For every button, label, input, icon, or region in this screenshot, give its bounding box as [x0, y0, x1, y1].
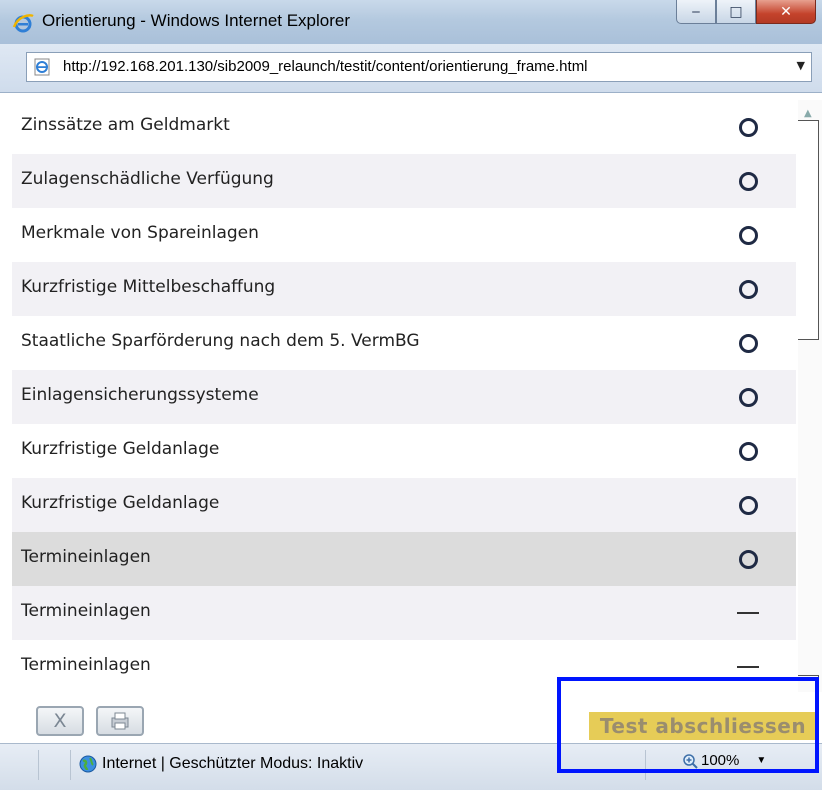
list-item[interactable]: Termineinlagen [12, 586, 796, 640]
window-title: Orientierung - Windows Internet Explorer [42, 11, 351, 30]
list-item-label: Staatliche Sparförderung nach dem 5. Ver… [21, 331, 420, 351]
list-item[interactable]: Kurzfristige Geldanlage [12, 424, 796, 478]
list-item-label: Zinssätze am Geldmarkt [21, 115, 230, 135]
page-icon [34, 58, 50, 76]
status-open-circle-icon [737, 170, 759, 192]
cancel-button[interactable]: X [36, 706, 84, 736]
status-open-circle-icon [737, 278, 759, 300]
globe-icon [79, 755, 97, 773]
url-text: http://192.168.201.130/sib2009_relaunch/… [63, 58, 588, 75]
status-open-circle-icon [737, 548, 759, 570]
ie-logo-icon [12, 14, 34, 33]
list-item[interactable]: Zinssätze am Geldmarkt [12, 100, 796, 154]
status-open-circle-icon [737, 224, 759, 246]
status-separator [645, 750, 646, 780]
zoom-dropdown-icon[interactable]: ▼ [756, 755, 766, 766]
list-item[interactable]: Staatliche Sparförderung nach dem 5. Ver… [12, 316, 796, 370]
url-field[interactable]: http://192.168.201.130/sib2009_relaunch/… [26, 52, 812, 82]
list-item[interactable]: Termineinlagen [12, 640, 796, 692]
scroll-thumb[interactable] [798, 120, 819, 340]
status-open-circle-icon [737, 386, 759, 408]
maximize-icon: □ [729, 3, 743, 20]
maximize-button[interactable]: □ [716, 0, 756, 24]
list-item-label: Termineinlagen [21, 655, 151, 675]
list-item-label: Einlagensicherungssysteme [21, 385, 259, 405]
print-button[interactable] [96, 706, 144, 736]
zoom-control[interactable]: 100% ▼ [682, 752, 766, 769]
list-item[interactable]: Zulagenschädliche Verfügung [12, 154, 796, 208]
status-bar: Internet | Geschützter Modus: Inaktiv 10… [0, 743, 822, 790]
list-item-label: Kurzfristige Mittelbeschaffung [21, 277, 276, 297]
status-open-circle-icon [737, 332, 759, 354]
finish-test-label: Test abschliessen [599, 714, 807, 738]
topic-list: Zinssätze am Geldmarkt Zulagenschädliche … [12, 100, 796, 692]
scroll-track-end [798, 675, 819, 690]
list-item[interactable]: Merkmale von Spareinlagen [12, 208, 796, 262]
address-bar: http://192.168.201.130/sib2009_relaunch/… [0, 44, 822, 93]
window-controls: ‒ □ ✕ [676, 0, 816, 26]
close-icon: ✕ [780, 3, 792, 20]
finish-test-button[interactable]: Test abschliessen [589, 712, 817, 740]
minimize-icon: ‒ [691, 3, 701, 20]
status-open-circle-icon [737, 440, 759, 462]
window-title-bar[interactable]: Orientierung - Windows Internet Explorer… [0, 0, 822, 45]
list-item-label: Zulagenschädliche Verfügung [21, 169, 274, 189]
zoom-level: 100% [701, 752, 740, 769]
status-dash-icon [737, 656, 759, 678]
list-item-label: Merkmale von Spareinlagen [21, 223, 259, 243]
list-item[interactable]: Termineinlagen [12, 532, 796, 586]
status-separator [70, 750, 71, 780]
vertical-scrollbar[interactable]: ▲ [798, 100, 822, 692]
list-item[interactable]: Kurzfristige Geldanlage [12, 478, 796, 532]
url-dropdown-icon[interactable]: ▼ [797, 59, 805, 72]
status-open-circle-icon [737, 494, 759, 516]
status-dash-icon [737, 602, 759, 624]
minimize-button[interactable]: ‒ [676, 0, 716, 24]
list-item[interactable]: Kurzfristige Mittelbeschaffung [12, 262, 796, 316]
list-item-label: Termineinlagen [21, 601, 151, 621]
status-separator [38, 750, 39, 780]
list-item[interactable]: Einlagensicherungssysteme [12, 370, 796, 424]
list-item-label: Kurzfristige Geldanlage [21, 439, 220, 459]
security-zone-text[interactable]: Internet | Geschützter Modus: Inaktiv [102, 755, 363, 773]
list-item-label: Kurzfristige Geldanlage [21, 493, 220, 513]
status-open-circle-icon [737, 116, 759, 138]
cancel-button-label: X [53, 710, 67, 732]
close-window-button[interactable]: ✕ [756, 0, 816, 24]
print-icon [111, 712, 129, 730]
list-item-label: Termineinlagen [21, 547, 151, 567]
scroll-up-icon[interactable]: ▲ [804, 108, 812, 119]
zoom-icon [683, 753, 698, 769]
